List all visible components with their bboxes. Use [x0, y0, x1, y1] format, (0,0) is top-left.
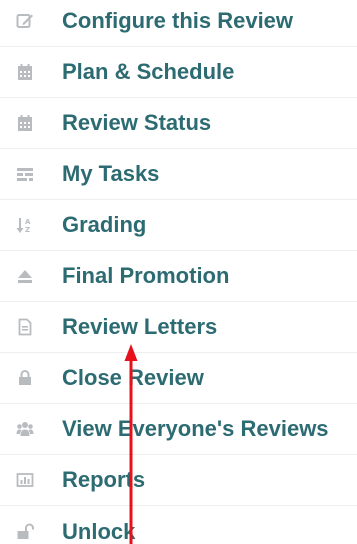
- menu-item-label: View Everyone's Reviews: [62, 416, 329, 441]
- menu-item-plan-schedule[interactable]: Plan & Schedule: [0, 47, 357, 98]
- svg-text:Z: Z: [25, 226, 30, 234]
- edit-icon: [16, 12, 34, 30]
- menu-item-close-review[interactable]: Close Review: [0, 353, 357, 404]
- menu-item-label: Review Status: [62, 110, 212, 135]
- menu-item-label: Reports: [62, 467, 146, 492]
- unlock-icon: [16, 523, 34, 541]
- document-icon: [16, 318, 34, 336]
- calendar-icon: [16, 114, 34, 132]
- menu-item-review-letters[interactable]: Review Letters: [0, 302, 357, 353]
- menu-item-final-promotion[interactable]: Final Promotion: [0, 251, 357, 302]
- eject-icon: [16, 267, 34, 285]
- review-actions-menu: Configure this Review Plan & Schedule Re…: [0, 0, 357, 544]
- menu-item-reports[interactable]: Reports: [0, 455, 357, 506]
- svg-text:A: A: [25, 218, 31, 226]
- menu-item-label: Final Promotion: [62, 263, 230, 288]
- menu-item-view-everyones-reviews[interactable]: View Everyone's Reviews: [0, 404, 357, 455]
- menu-item-label: Close Review: [62, 365, 204, 390]
- users-icon: [16, 420, 34, 438]
- menu-item-label: Unlock: [62, 518, 136, 544]
- menu-item-label: Grading: [62, 212, 147, 237]
- menu-item-my-tasks[interactable]: My Tasks: [0, 149, 357, 200]
- sort-icon: AZ: [16, 216, 34, 234]
- menu-item-label: Review Letters: [62, 314, 218, 339]
- lock-icon: [16, 369, 34, 387]
- menu-item-unlock[interactable]: Unlock: [0, 506, 357, 544]
- menu-item-review-status[interactable]: Review Status: [0, 98, 357, 149]
- menu-item-label: Configure this Review: [62, 8, 294, 33]
- menu-item-label: Plan & Schedule: [62, 59, 235, 84]
- tasks-icon: [16, 165, 34, 183]
- menu-item-grading[interactable]: AZ Grading: [0, 200, 357, 251]
- bar-chart-icon: [16, 471, 34, 489]
- calendar-icon: [16, 63, 34, 81]
- menu-item-label: My Tasks: [62, 161, 160, 186]
- menu-item-configure-review[interactable]: Configure this Review: [0, 0, 357, 47]
